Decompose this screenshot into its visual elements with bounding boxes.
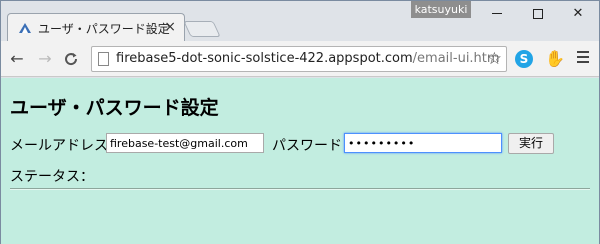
minimize-button[interactable]: [477, 1, 517, 27]
browser-tab[interactable]: ユーザ・パスワード設定 ×: [7, 13, 185, 43]
email-field[interactable]: [106, 133, 264, 153]
bookmark-star-icon[interactable]: ☆: [487, 49, 502, 69]
close-icon: ✕: [572, 6, 584, 21]
url-host: firebase5-dot-sonic-solstice-422.appspot…: [116, 51, 413, 66]
maximize-icon: [533, 8, 543, 19]
back-button[interactable]: ←: [7, 49, 27, 69]
reload-icon: [65, 53, 78, 66]
address-bar[interactable]: firebase5-dot-sonic-solstice-422.appspot…: [91, 46, 507, 72]
password-field[interactable]: [344, 133, 502, 153]
status-label: ステータス：: [10, 169, 94, 185]
close-window-button[interactable]: ✕: [558, 1, 598, 27]
url-text[interactable]: firebase5-dot-sonic-solstice-422.appspot…: [116, 51, 500, 66]
title-bar: ユーザ・パスワード設定 × katsuyuki ✕: [1, 1, 599, 43]
browser-window: ユーザ・パスワード設定 × katsuyuki ✕ ← → firebase5-…: [0, 0, 600, 244]
new-tab-button[interactable]: [183, 21, 221, 37]
forward-button[interactable]: →: [35, 49, 55, 69]
divider: [10, 188, 590, 190]
password-label: パスワード: [272, 138, 342, 154]
extension-hand-icon[interactable]: ✋: [545, 49, 565, 68]
minimize-icon: [492, 13, 502, 14]
page-content: ユーザ・パスワード設定 メールアドレス パスワード 実行 ステータス：: [1, 78, 599, 244]
skype-extension-icon[interactable]: S: [515, 50, 533, 68]
menu-icon[interactable]: [577, 51, 589, 65]
page-icon: [98, 52, 109, 66]
favicon-icon: [19, 23, 31, 33]
tab-title: ユーザ・パスワード設定: [38, 22, 170, 36]
maximize-button[interactable]: [518, 1, 558, 27]
tab-close-icon[interactable]: ×: [164, 18, 176, 36]
profile-badge[interactable]: katsuyuki: [411, 1, 471, 18]
email-label: メールアドレス: [10, 138, 108, 154]
reload-button[interactable]: [61, 49, 81, 69]
execute-button[interactable]: 実行: [508, 133, 554, 154]
browser-toolbar: ← → firebase5-dot-sonic-solstice-422.app…: [1, 41, 599, 77]
page-title: ユーザ・パスワード設定: [10, 97, 219, 119]
